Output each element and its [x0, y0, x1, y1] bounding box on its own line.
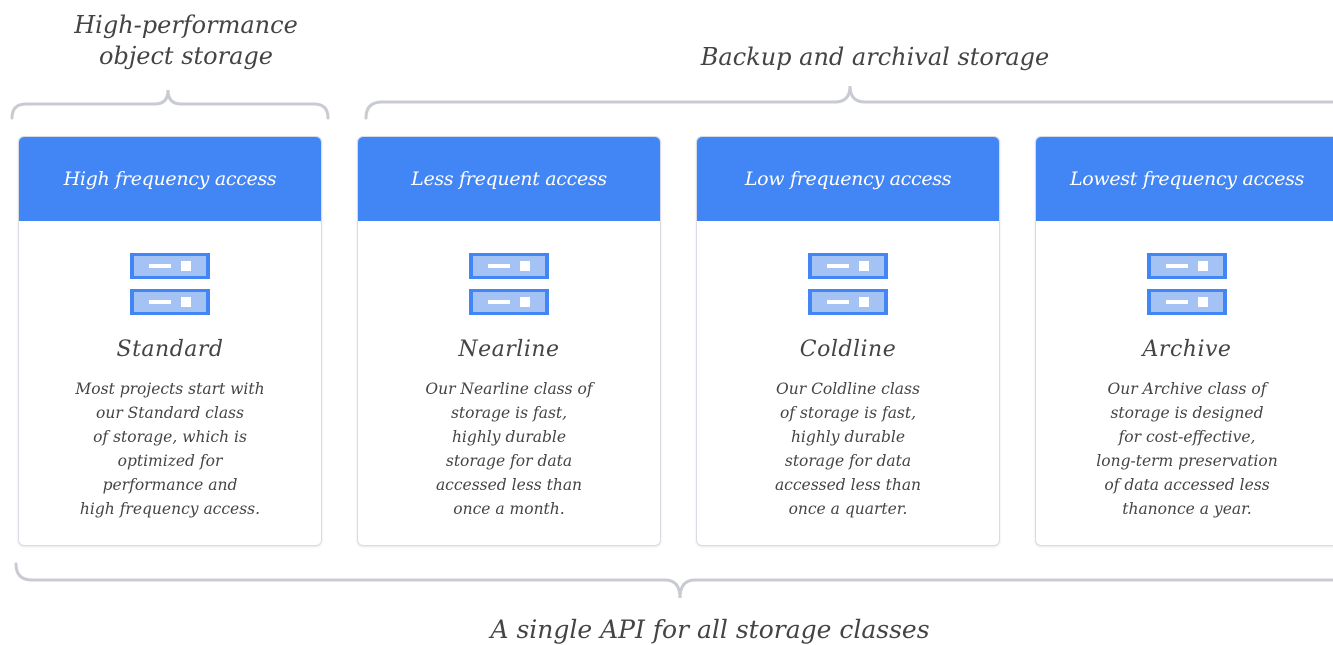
- card-header: High frequency access: [19, 137, 321, 221]
- storage-server-icon: [808, 253, 888, 315]
- storage-card-coldline: Low frequency access Coldline Our Coldli…: [696, 136, 1000, 546]
- api-bracket: [14, 562, 1333, 599]
- card-description: Our Archive class of storage is designed…: [1096, 380, 1278, 518]
- storage-card-archive: Lowest frequency access Archive Our Arch…: [1035, 136, 1333, 546]
- card-header: Less frequent access: [358, 137, 660, 221]
- card-title: Standard: [116, 337, 224, 362]
- storage-server-icon: [1147, 253, 1227, 315]
- storage-card-standard: High frequency access Standard Most proj…: [18, 136, 322, 546]
- storage-server-icon: [469, 253, 549, 315]
- single-api-label: A single API for all storage classes: [490, 615, 930, 644]
- card-description: Most projects start with our Standard cl…: [75, 380, 265, 518]
- backup-bracket: [364, 85, 1333, 120]
- card-title: Nearline: [458, 337, 560, 362]
- card-title: Archive: [1142, 337, 1232, 362]
- storage-server-icon: [130, 253, 210, 315]
- high-performance-bracket: [10, 89, 330, 120]
- card-description: Our Coldline class of storage is fast, h…: [774, 380, 922, 518]
- card-header: Lowest frequency access: [1036, 137, 1333, 221]
- card-description: Our Nearline class of storage is fast, h…: [425, 380, 593, 518]
- card-title: Coldline: [799, 337, 897, 362]
- storage-card-nearline: Less frequent access Nearline Our Nearli…: [357, 136, 661, 546]
- card-header: Low frequency access: [697, 137, 999, 221]
